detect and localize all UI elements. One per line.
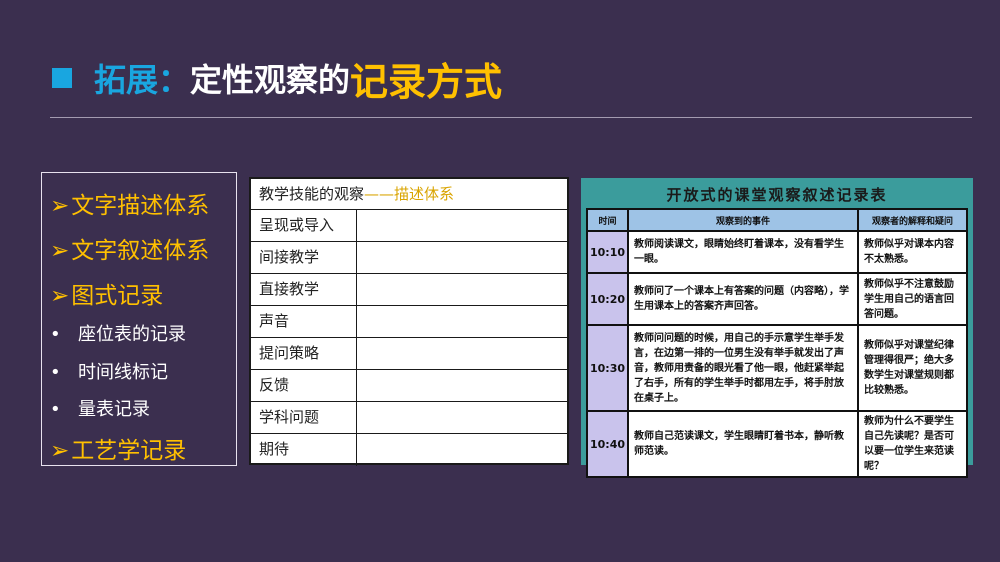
row-label: 呈现或导入 [251,210,357,241]
slide-title: 拓展： 定性观察的 记录方式 [52,50,502,106]
table-row: 提问策略 [251,338,567,370]
table-row: 间接教学 [251,242,567,274]
table-row: 声音 [251,306,567,338]
row-label: 直接教学 [251,274,357,305]
narrative-record-table-image: 开放式的课堂观察叙述记录表 时间 观察到的事件 观察者的解释和疑问 10:10 … [581,178,973,478]
row-label: 学科问题 [251,402,357,433]
row-label: 期待 [251,434,357,466]
table-row: 反馈 [251,370,567,402]
list-item: ➢图式记录 [50,276,163,310]
list-item-label: 量表记录 [78,399,150,420]
row-label: 提问策略 [251,338,357,369]
recording-methods-list: ➢文字描述体系 ➢文字叙述体系 ➢图式记录 • 座位表的记录 • 时间线标记 • 量表… [41,172,237,466]
row-time: 10:10 [585,230,630,274]
row-label: 反馈 [251,370,357,401]
row-cell [357,338,567,369]
row-note: 教师似乎对课本内容不太熟悉。 [857,230,968,274]
row-cell [357,274,567,305]
list-item-label: 文字叙述体系 [71,238,210,264]
table-row: 直接教学 [251,274,567,306]
dot-bullet-icon: • [50,399,61,420]
row-cell [357,370,567,401]
arrow-bullet-icon: ➢ [50,283,70,309]
record-table: 时间 观察到的事件 观察者的解释和疑问 10:10 教师阅读课文，眼睛始终盯着课… [585,208,968,478]
header-highlight: ——描述体系 [364,185,455,203]
row-event: 教师阅读课文，眼睛始终盯着课本，没有看学生一眼。 [627,230,860,274]
list-item: • 时间线标记 [50,358,168,384]
list-item: ➢文字描述体系 [50,186,209,220]
table-row: 期待 [251,434,567,466]
title-prefix: 拓展： [94,61,191,99]
list-item-label: 时间线标记 [78,362,168,383]
title-divider [50,117,972,118]
table-row: 呈现或导入 [251,210,567,242]
table-row: 10:30 教师问问题的时候，用自己的手示意学生举手发言，在边第一排的一位男生没… [585,324,968,412]
teaching-skills-table-header: 教学技能的观察——描述体系 [251,179,567,210]
table-row: 10:40 教师自己范读课文，学生眼睛盯着书本，静听教师范读。 教师为什么不要学… [585,410,968,478]
row-time: 10:30 [585,324,630,412]
row-time: 10:20 [585,272,630,326]
list-item-label: 文字描述体系 [71,193,210,219]
table-row: 10:10 教师阅读课文，眼睛始终盯着课本，没有看学生一眼。 教师似乎对课本内容… [585,230,968,274]
title-main: 定性观察的 [190,61,351,99]
row-event: 教师自己范读课文，学生眼睛盯着书本，静听教师范读。 [627,410,860,478]
row-note: 教师为什么不要学生自己先读呢？是否可以要一位学生来范读呢？ [857,410,968,478]
table-row: 学科问题 [251,402,567,434]
record-table-title: 开放式的课堂观察叙述记录表 [666,186,888,204]
row-cell [357,434,567,466]
arrow-bullet-icon: ➢ [50,238,70,264]
row-event: 教师问了一个课本上有答案的问题（内容略），学生用课本上的答案齐声回答。 [627,272,860,326]
list-item: • 量表记录 [50,395,150,421]
column-header-time: 时间 [585,208,630,232]
dot-bullet-icon: • [50,362,61,383]
row-note: 教师似乎不注意鼓励学生用自己的语言回答问题。 [857,272,968,326]
list-item-label: 座位表的记录 [78,324,186,345]
column-header-note: 观察者的解释和疑问 [857,208,968,232]
header-prefix: 教学技能的观察 [259,185,365,203]
list-item: ➢工艺学记录 [50,431,186,465]
dot-bullet-icon: • [50,324,61,345]
list-item: • 座位表的记录 [50,320,186,346]
row-label: 声音 [251,306,357,337]
row-cell [357,306,567,337]
row-event: 教师问问题的时候，用自己的手示意学生举手发言，在边第一排的一位男生没有举手就发出… [627,324,860,412]
row-label: 间接教学 [251,242,357,273]
list-item: ➢文字叙述体系 [50,231,209,265]
list-item-label: 工艺学记录 [71,438,187,464]
column-header-event: 观察到的事件 [627,208,860,232]
table-row: 10:20 教师问了一个课本上有答案的问题（内容略），学生用课本上的答案齐声回答… [585,272,968,326]
row-cell [357,402,567,433]
title-bullet-square-icon [52,68,72,88]
row-note: 教师似乎对课堂纪律管理得很严；绝大多数学生对课堂规则都比较熟悉。 [857,324,968,412]
teaching-skills-table: 教学技能的观察——描述体系 呈现或导入 间接教学 直接教学 声音 提问策略 反馈… [249,177,569,466]
list-item-label: 图式记录 [71,283,164,309]
title-accent: 记录方式 [350,59,503,104]
row-cell [357,242,567,273]
arrow-bullet-icon: ➢ [50,438,70,464]
row-cell [357,210,567,241]
arrow-bullet-icon: ➢ [50,193,70,219]
row-time: 10:40 [585,410,630,478]
